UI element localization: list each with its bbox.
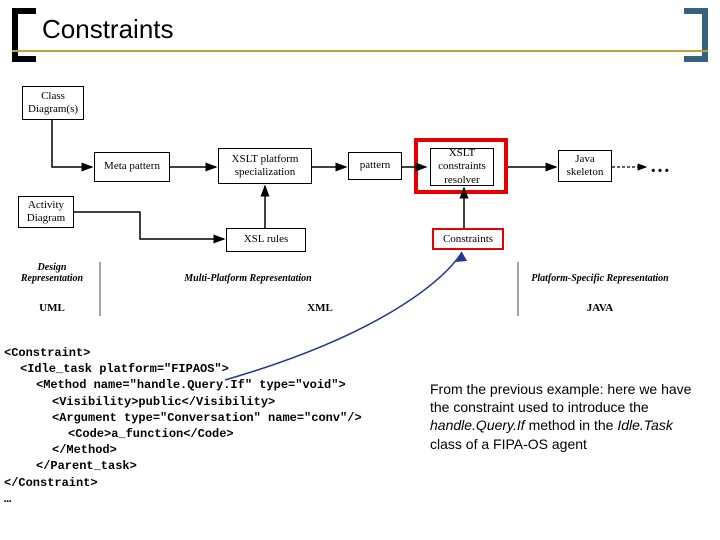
code-line: <Code>a_function</Code> [4, 426, 414, 442]
node-pattern: pattern [348, 152, 402, 180]
page-title: Constraints [42, 14, 174, 45]
label-xml: XML [300, 302, 340, 314]
bracket-right [684, 8, 708, 62]
label-platform-specific-rep: Platform-Specific Representation [510, 273, 690, 284]
bracket-left [12, 8, 36, 62]
label-uml: UML [32, 302, 72, 314]
node-activity-diagram: Activity Diagram [18, 196, 74, 228]
explanation-text: From the previous example: here we have … [430, 380, 700, 453]
node-meta-pattern: Meta pattern [94, 152, 170, 182]
node-class-diagram: Class Diagram(s) [22, 86, 84, 120]
code-block: <Constraint> <Idle_task platform="FIPAOS… [4, 345, 414, 507]
node-constraints: Constraints [432, 228, 504, 250]
code-line: <Constraint> [4, 345, 414, 361]
code-line: </Parent_task> [4, 458, 414, 474]
code-line: <Visibility>public</Visibility> [4, 394, 414, 410]
explain-t3: method in the [525, 417, 618, 433]
node-xslt-platform-spec: XSLT platform specialization [218, 148, 312, 184]
code-line: … [4, 491, 414, 507]
code-line: </Method> [4, 442, 414, 458]
label-multi-platform-rep: Multi-Platform Representation [148, 273, 348, 284]
explain-t1: From the previous example: here we have … [430, 381, 691, 415]
ellipsis-icon: … [650, 155, 670, 178]
code-line: </Constraint> [4, 475, 414, 491]
explain-class: Idle.Task [617, 417, 673, 433]
code-line: <Method name="handle.Query.If" type="voi… [4, 377, 414, 393]
label-java: JAVA [580, 302, 620, 314]
label-design-rep: Design Representation [12, 262, 92, 284]
node-xsl-rules: XSL rules [226, 228, 306, 252]
title-underline [12, 50, 708, 52]
explain-t5: class of a FIPA-OS agent [430, 436, 587, 452]
code-line: <Idle_task platform="FIPAOS"> [4, 361, 414, 377]
node-java-skeleton: Java skeleton [558, 150, 612, 182]
node-xslt-constraints-resolver: XSLT constraints resolver [430, 148, 494, 186]
explain-method: handle.Query.If [430, 417, 525, 433]
code-line: <Argument type="Conversation" name="conv… [4, 410, 414, 426]
title-area: Constraints [12, 8, 708, 62]
